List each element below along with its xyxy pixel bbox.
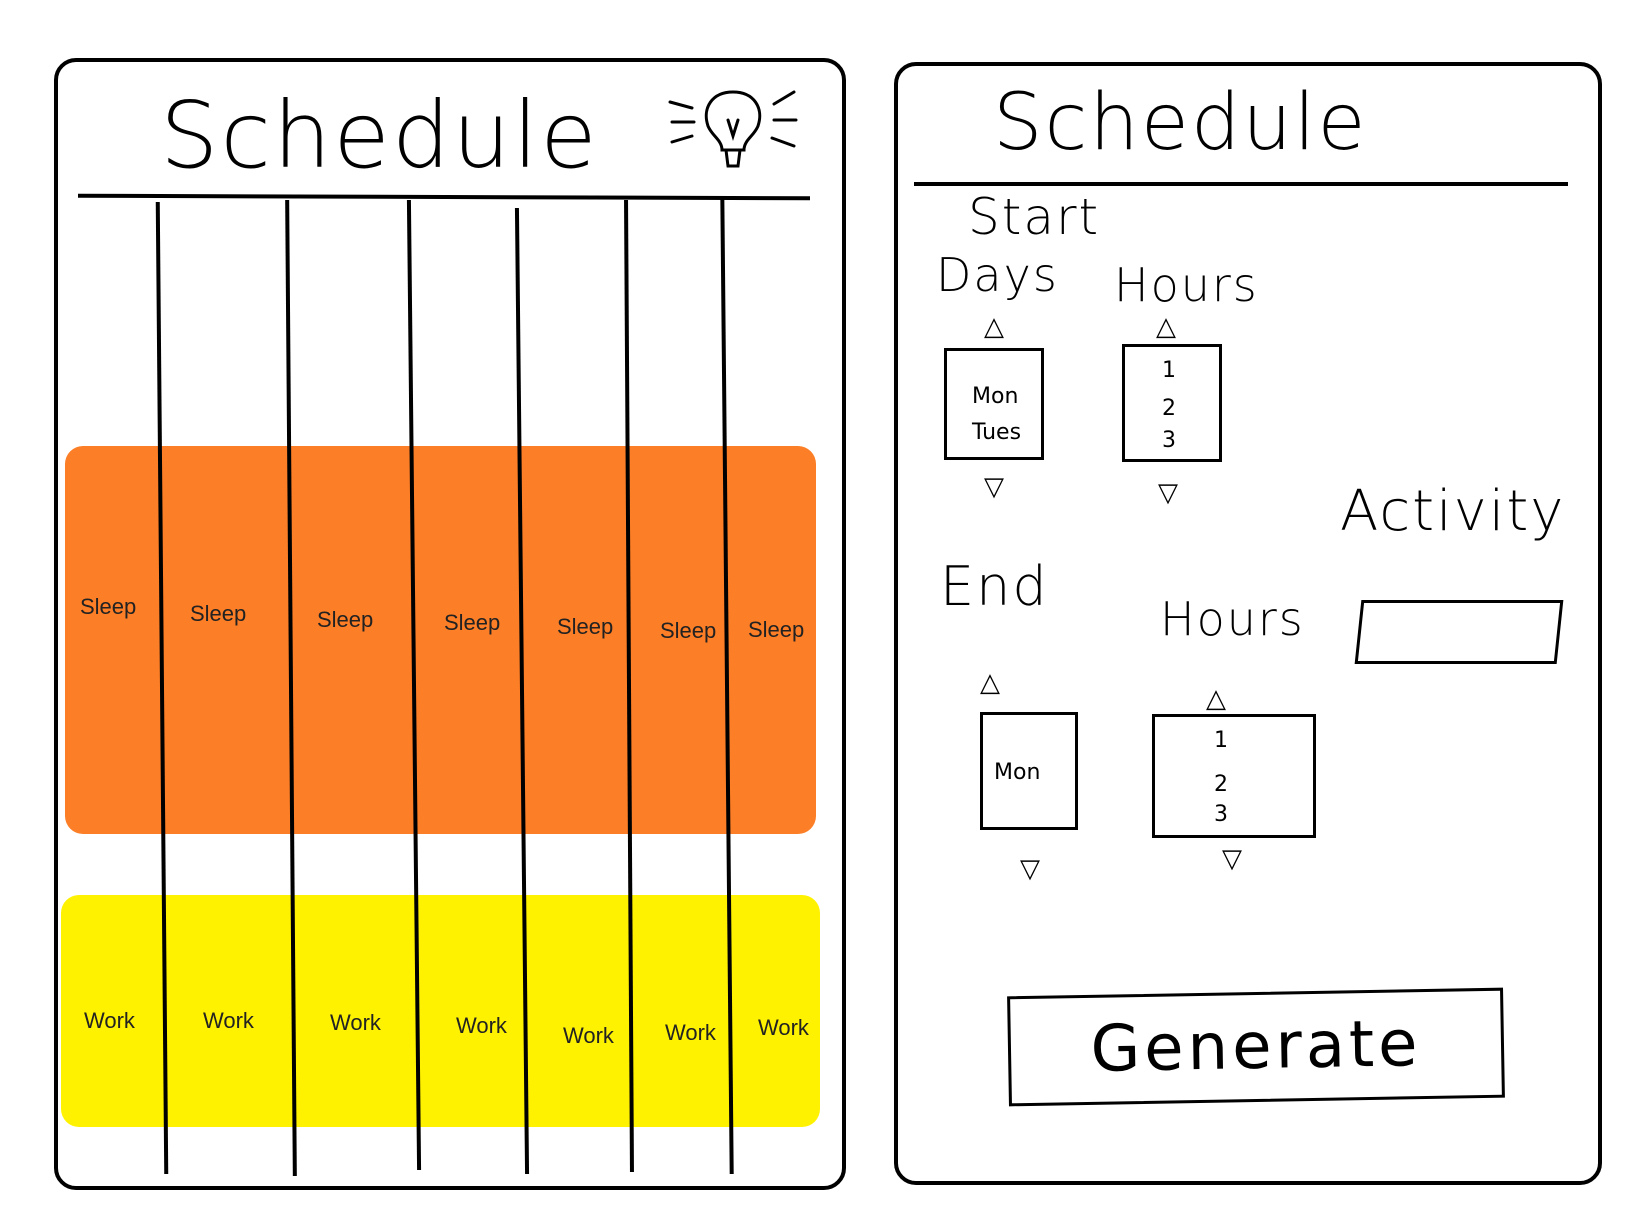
start-days-option-2[interactable]: Tues xyxy=(972,422,1021,444)
work-label-5: Work xyxy=(563,1023,614,1048)
activity-label: Activity xyxy=(1340,479,1566,544)
start-days-up-arrow[interactable]: △ xyxy=(984,314,1004,340)
end-hours-option-2[interactable]: 2 xyxy=(1214,774,1228,796)
end-days-option-1[interactable]: Mon xyxy=(994,762,1040,784)
work-label-1: Work xyxy=(84,1008,135,1033)
start-hours-up-arrow[interactable]: △ xyxy=(1156,314,1176,340)
start-days-label: Days xyxy=(936,248,1059,302)
start-heading: Start xyxy=(968,188,1101,246)
start-hours-label: Hours xyxy=(1114,258,1259,312)
activity-input[interactable] xyxy=(1354,600,1564,664)
start-hours-option-2[interactable]: 2 xyxy=(1162,398,1176,420)
work-label-6: Work xyxy=(665,1020,716,1045)
end-hours-spinner[interactable] xyxy=(1152,714,1316,838)
end-days-up-arrow[interactable]: △ xyxy=(980,670,1000,696)
sleep-label-5: Sleep xyxy=(557,614,614,639)
end-days-down-arrow[interactable]: ▽ xyxy=(1020,856,1040,882)
start-days-option-1[interactable]: Mon xyxy=(972,386,1018,408)
end-hours-label: Hours xyxy=(1160,592,1305,646)
sleep-label-7: Sleep xyxy=(748,617,805,642)
sleep-label-2: Sleep xyxy=(190,601,247,626)
lightbulb-icon[interactable] xyxy=(668,80,798,180)
end-hours-up-arrow[interactable]: △ xyxy=(1206,686,1226,712)
work-label-2: Work xyxy=(203,1008,254,1033)
start-days-down-arrow[interactable]: ▽ xyxy=(984,474,1004,500)
start-hours-option-3[interactable]: 3 xyxy=(1162,430,1176,452)
generate-button[interactable]: Generate xyxy=(1007,987,1505,1107)
sleep-label-1: Sleep xyxy=(80,594,137,619)
end-hours-down-arrow[interactable]: ▽ xyxy=(1222,846,1242,872)
work-band[interactable] xyxy=(61,895,820,1127)
sleep-label-4: Sleep xyxy=(444,610,501,635)
end-hours-option-1[interactable]: 1 xyxy=(1214,730,1228,752)
work-label-3: Work xyxy=(330,1010,381,1035)
work-label-4: Work xyxy=(456,1013,507,1038)
form-header-rule xyxy=(914,182,1568,186)
end-hours-option-3[interactable]: 3 xyxy=(1214,804,1228,826)
end-heading: End xyxy=(940,555,1049,618)
form-title: Schedule xyxy=(993,78,1368,168)
start-hours-option-1[interactable]: 1 xyxy=(1162,360,1176,382)
sleep-label-6: Sleep xyxy=(660,618,717,643)
sleep-label-3: Sleep xyxy=(317,607,374,632)
start-hours-down-arrow[interactable]: ▽ xyxy=(1158,480,1178,506)
work-label-7: Work xyxy=(758,1015,809,1040)
calendar-title: Schedule xyxy=(160,82,599,189)
